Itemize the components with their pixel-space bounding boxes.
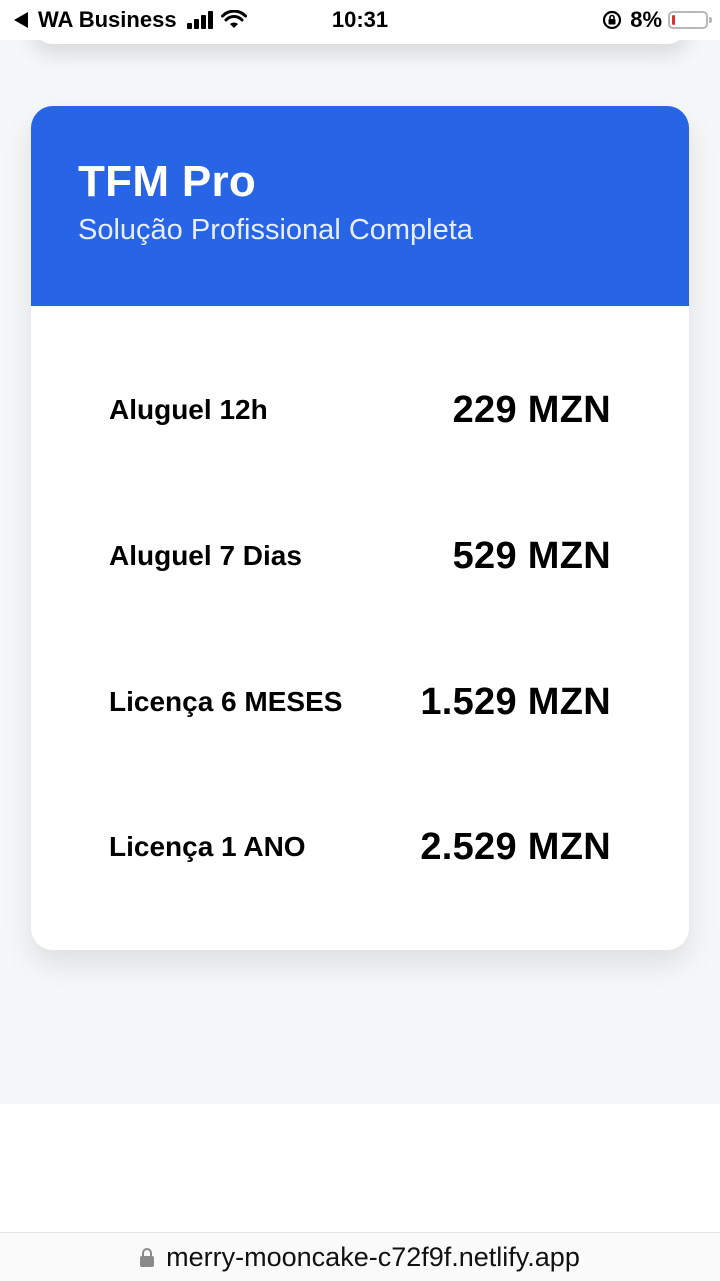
price-row: Licença 1 ANO 2.529 MZN bbox=[109, 817, 611, 877]
card-header: TFM Pro Solução Profissional Completa bbox=[31, 106, 689, 306]
url-text[interactable]: merry-mooncake-c72f9f.netlify.app bbox=[166, 1242, 580, 1273]
plan-price: 229 MZN bbox=[452, 388, 611, 431]
battery-icon bbox=[668, 11, 712, 29]
plan-price: 529 MZN bbox=[452, 534, 611, 577]
price-row: Licença 6 MESES 1.529 MZN bbox=[109, 672, 611, 732]
pricing-card: TFM Pro Solução Profissional Completa Al… bbox=[31, 106, 689, 950]
status-bar: WA Business 10:31 8% bbox=[0, 0, 720, 40]
card-subtitle: Solução Profissional Completa bbox=[78, 214, 473, 246]
plan-name: Licença 6 MESES bbox=[109, 686, 343, 717]
lock-icon bbox=[140, 1248, 155, 1267]
plan-name: Aluguel 12h bbox=[109, 394, 268, 425]
plan-name: Aluguel 7 Dias bbox=[109, 540, 302, 571]
battery-percent: 8% bbox=[630, 7, 662, 32]
price-row: Aluguel 7 Dias 529 MZN bbox=[109, 526, 611, 586]
card-title: TFM Pro bbox=[78, 157, 257, 206]
plan-name: Licença 1 ANO bbox=[109, 831, 306, 862]
plan-price: 2.529 MZN bbox=[420, 825, 611, 868]
price-row: Aluguel 12h 229 MZN bbox=[109, 380, 611, 440]
plan-price: 1.529 MZN bbox=[420, 680, 611, 723]
rotation-lock-icon bbox=[603, 10, 622, 30]
browser-url-bar[interactable]: merry-mooncake-c72f9f.netlify.app bbox=[0, 1232, 720, 1281]
